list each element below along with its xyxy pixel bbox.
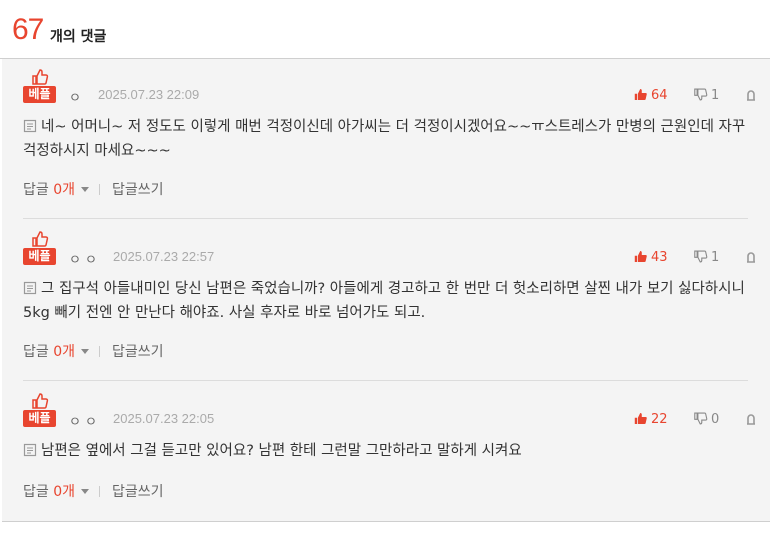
comment-date: 2025.07.23 22:05	[113, 411, 215, 426]
comment-body: 남편은 옆에서 그걸 듣고만 있어요? 남편 한테 그런말 그만하라고 말하게 …	[23, 439, 748, 463]
best-comment-badge: 베플	[23, 393, 57, 427]
memo-icon	[23, 443, 37, 457]
chevron-down-icon	[81, 349, 90, 354]
comment-actions: 답글 0개 답글쓰기	[23, 481, 164, 501]
nickname[interactable]: ㅇ	[69, 87, 85, 106]
comment-text: 그 집구석 아들내미인 당신 남편은 죽었습니까? 아들에게 경고하고 한 번만…	[23, 281, 745, 321]
upvote-count: 64	[651, 88, 668, 103]
thumbs-up-icon	[32, 231, 49, 247]
comment-body: 네~ 어머니~ 저 정도도 이렇게 매번 걱정이신데 아가씨는 더 걱정이시겠어…	[23, 115, 748, 163]
comment-body: 그 집구석 아들내미인 당신 남편은 죽었습니까? 아들에게 경고하고 한 번만…	[23, 277, 748, 325]
comment-date: 2025.07.23 22:09	[98, 87, 200, 102]
write-reply-link[interactable]: 답글쓰기	[112, 484, 164, 500]
report-icon[interactable]	[744, 88, 758, 102]
thumbs-up-icon	[32, 393, 49, 409]
reply-toggle[interactable]: 답글 0개	[23, 484, 90, 500]
best-tag: 베플	[23, 86, 56, 103]
thumbs-up-icon	[634, 413, 647, 424]
best-comment-badge: 베플	[23, 69, 57, 103]
comment-count-label: 개의 댓글	[50, 29, 107, 45]
thumbs-up-icon	[32, 69, 49, 85]
memo-icon	[23, 281, 37, 295]
downvote-count: 1	[711, 88, 720, 103]
downvote-button[interactable]: 0	[694, 412, 719, 427]
thumbs-down-icon	[694, 88, 708, 101]
thumbs-down-icon	[694, 250, 708, 263]
reply-toggle[interactable]: 답글 0개	[23, 344, 90, 360]
downvote-count: 1	[711, 250, 720, 265]
best-tag: 베플	[23, 248, 56, 265]
memo-icon	[23, 119, 37, 133]
nickname[interactable]: ㅇㅇ	[69, 411, 101, 430]
comments-header: 67 개의 댓글	[0, 0, 770, 59]
downvote-count: 0	[711, 412, 720, 427]
chevron-down-icon	[81, 489, 90, 494]
comment-list: 베플 ㅇ 2025.07.23 22:09 64 1 네~ 어머니~ 저 정도도…	[2, 59, 770, 522]
thumbs-up-icon	[634, 251, 647, 262]
comment-item: 베플 ㅇㅇ 2025.07.23 22:05 22 0 남편은 옆에서 그걸 듣…	[23, 393, 755, 521]
comment-date: 2025.07.23 22:57	[113, 249, 215, 264]
upvote-button[interactable]: 64	[634, 88, 668, 103]
write-reply-link[interactable]: 답글쓰기	[112, 182, 164, 198]
downvote-button[interactable]: 1	[694, 88, 719, 103]
comment-text: 네~ 어머니~ 저 정도도 이렇게 매번 걱정이신데 아가씨는 더 걱정이시겠어…	[23, 119, 746, 159]
upvote-count: 22	[651, 412, 668, 427]
comment-actions: 답글 0개 답글쓰기	[23, 341, 164, 361]
comment-actions: 답글 0개 답글쓰기	[23, 179, 164, 199]
comment-count: 67	[12, 13, 44, 46]
report-icon[interactable]	[744, 250, 758, 264]
thumbs-down-icon	[694, 412, 708, 425]
downvote-button[interactable]: 1	[694, 250, 719, 265]
nickname[interactable]: ㅇㅇ	[69, 249, 101, 268]
upvote-button[interactable]: 43	[634, 250, 668, 265]
best-comment-badge: 베플	[23, 231, 57, 265]
comment-item: 베플 ㅇㅇ 2025.07.23 22:57 43 1 그 집구석 아들내미인 …	[23, 231, 755, 381]
upvote-button[interactable]: 22	[634, 412, 668, 427]
comment-item: 베플 ㅇ 2025.07.23 22:09 64 1 네~ 어머니~ 저 정도도…	[23, 69, 755, 219]
upvote-count: 43	[651, 250, 668, 265]
thumbs-up-icon	[634, 89, 647, 100]
chevron-down-icon	[81, 187, 90, 192]
reply-toggle[interactable]: 답글 0개	[23, 182, 90, 198]
comment-text: 남편은 옆에서 그걸 듣고만 있어요? 남편 한테 그런말 그만하라고 말하게 …	[41, 443, 522, 459]
write-reply-link[interactable]: 답글쓰기	[112, 344, 164, 360]
report-icon[interactable]	[744, 412, 758, 426]
best-tag: 베플	[23, 410, 56, 427]
